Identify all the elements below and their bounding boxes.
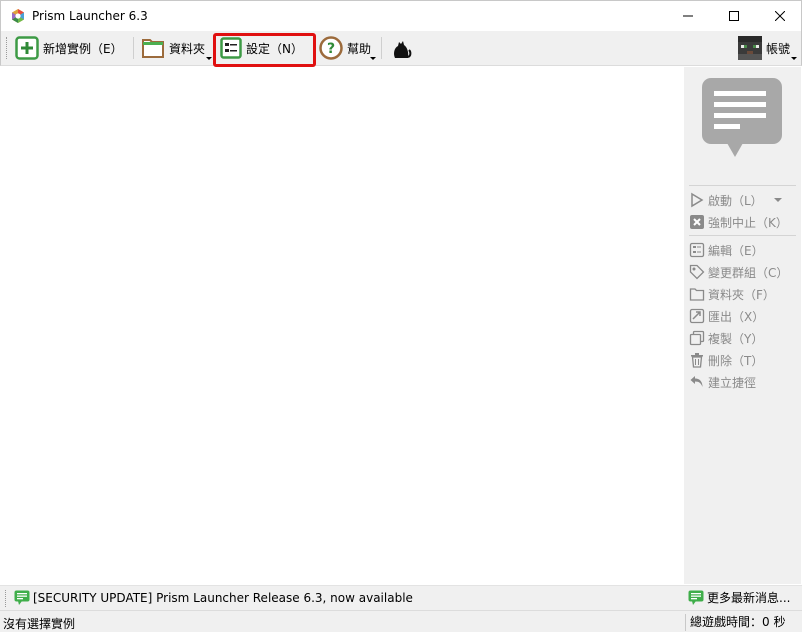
news-headline-link[interactable]: [SECURITY UPDATE] Prism Launcher Release… — [33, 591, 413, 605]
selected-instance-status: 沒有選擇實例 — [3, 617, 76, 631]
export-label: 匯出（X） — [708, 309, 765, 324]
folders-button[interactable]: 資料夾 — [141, 34, 205, 62]
copy-icon — [689, 330, 705, 346]
close-button[interactable] — [757, 1, 802, 31]
create-shortcut-button[interactable]: 建立捷徑 — [689, 372, 756, 392]
help-dropdown-arrow-icon — [370, 57, 376, 60]
status-bar: 沒有選擇實例 總遊戲時間：0 秒 — [0, 610, 802, 632]
edit-button[interactable]: 編輯（E） — [689, 240, 764, 260]
main-toolbar: 新增實例（E） 資料夾 設定（N） ? 幫助 帳號 — [0, 31, 802, 66]
minimize-icon — [683, 15, 693, 17]
launch-dropdown-arrow-icon — [774, 198, 782, 202]
change-group-button[interactable]: 變更群組（C） — [689, 262, 788, 282]
minimize-button[interactable] — [665, 1, 711, 31]
export-icon — [689, 308, 705, 324]
instance-folder-label: 資料夾（F） — [708, 287, 775, 302]
news-chat-icon — [14, 590, 30, 605]
change-group-label: 變更群組（C） — [708, 265, 789, 280]
news-bubble-icon — [702, 78, 782, 157]
tag-icon — [689, 264, 705, 280]
cat-button[interactable] — [389, 34, 413, 62]
prism-launcher-logo-icon — [12, 9, 24, 23]
help-icon: ? — [319, 36, 343, 60]
toolbar-separator — [133, 37, 134, 59]
instance-folder-button[interactable]: 資料夾（F） — [689, 284, 775, 304]
launch-label: 啟動（L） — [708, 193, 763, 208]
more-news-button[interactable]: 更多最新消息... — [688, 589, 790, 606]
cat-icon — [394, 41, 412, 58]
copy-label: 複製（Y） — [708, 331, 764, 346]
kill-icon — [690, 215, 704, 229]
shortcut-icon — [690, 376, 703, 387]
maximize-icon — [729, 11, 739, 21]
more-news-label: 更多最新消息... — [707, 591, 791, 605]
help-label: 幫助 — [347, 41, 372, 56]
svg-text:?: ? — [327, 41, 335, 57]
instance-list[interactable] — [1, 67, 684, 584]
total-playtime-status: 總遊戲時間：0 秒 — [685, 614, 785, 631]
help-button[interactable]: ? 幫助 — [319, 34, 371, 62]
edit-icon — [689, 242, 705, 258]
folder-icon — [142, 39, 164, 58]
side-panel-separator — [689, 235, 796, 236]
kill-label: 強制中止（K） — [708, 215, 788, 230]
folders-label: 資料夾 — [169, 41, 206, 56]
kill-button[interactable]: 強制中止（K） — [689, 212, 788, 232]
toolbar-separator — [381, 37, 382, 59]
launch-button[interactable]: 啟動（L） — [689, 190, 763, 210]
instance-side-panel: 啟動（L） 強制中止（K） 編輯（E） 變更群組（C） 資料夾（F） 匯出（X）… — [684, 67, 801, 584]
toolbar-grip[interactable] — [6, 37, 9, 59]
accounts-dropdown-arrow-icon — [791, 57, 797, 60]
accounts-label: 帳號 — [766, 41, 791, 56]
settings-highlight-box — [213, 33, 316, 67]
add-instance-icon — [15, 36, 39, 60]
add-instance-label: 新增實例（E） — [43, 41, 123, 56]
trash-icon — [691, 353, 703, 368]
news-chat-icon — [688, 590, 704, 605]
maximize-button[interactable] — [711, 1, 757, 31]
folder-icon — [689, 288, 705, 301]
play-icon — [691, 192, 704, 208]
close-icon — [775, 11, 785, 21]
title-bar: Prism Launcher 6.3 — [0, 0, 802, 31]
account-avatar-icon — [738, 36, 762, 60]
news-toolbar: [SECURITY UPDATE] Prism Launcher Release… — [0, 585, 802, 610]
delete-label: 刪除（T） — [708, 353, 764, 368]
side-panel-separator — [689, 185, 796, 186]
delete-button[interactable]: 刪除（T） — [689, 350, 763, 370]
accounts-button[interactable]: 帳號 — [738, 34, 790, 62]
window-title: Prism Launcher 6.3 — [32, 9, 148, 23]
export-button[interactable]: 匯出（X） — [689, 306, 764, 326]
folders-dropdown-arrow-icon — [206, 57, 212, 60]
create-shortcut-label: 建立捷徑 — [708, 375, 757, 390]
add-instance-button[interactable]: 新增實例（E） — [15, 34, 123, 62]
news-toolbar-grip[interactable] — [5, 590, 6, 607]
edit-label: 編輯（E） — [708, 243, 764, 258]
copy-button[interactable]: 複製（Y） — [689, 328, 763, 348]
